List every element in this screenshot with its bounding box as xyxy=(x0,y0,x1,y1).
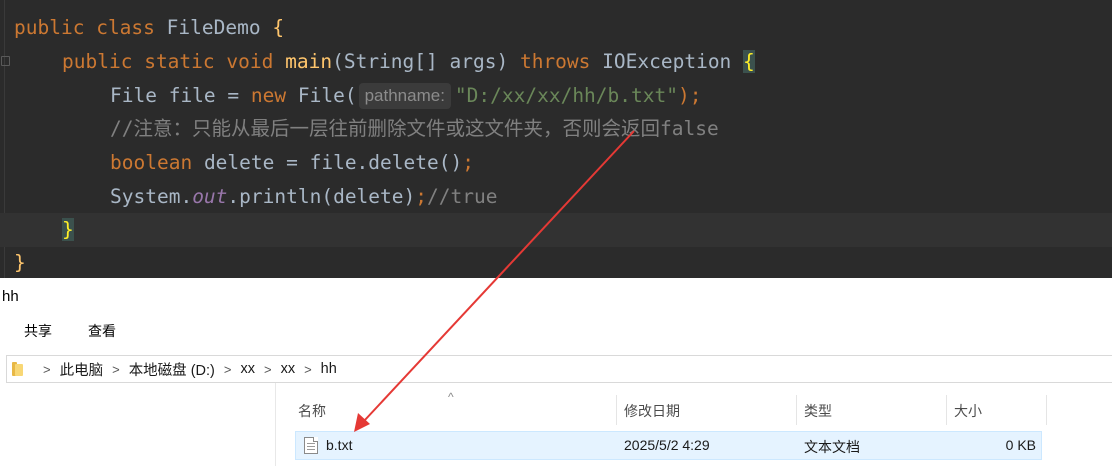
code-line-3: File file = new File(pathname: "D:/xx/xx/… xyxy=(110,83,702,109)
chevron-right-icon[interactable]: > xyxy=(43,362,51,377)
column-divider[interactable] xyxy=(1046,395,1047,425)
code-line-7: } xyxy=(0,213,1112,247)
file-modified: 2025/5/2 4:29 xyxy=(624,437,710,453)
breadcrumb-xx-2[interactable]: xx xyxy=(281,361,296,377)
breadcrumb-xx-1[interactable]: xx xyxy=(240,361,255,377)
column-header-modified[interactable]: 修改日期 xyxy=(624,401,680,421)
file-explorer: hh 共享 查看 > 此电脑 > 本地磁盘 (D:) > xx > xx > h… xyxy=(0,278,1112,466)
chevron-right-icon[interactable]: > xyxy=(112,362,120,377)
parameter-hint: pathname: xyxy=(358,83,451,109)
chevron-right-icon[interactable]: > xyxy=(224,362,232,377)
code-editor[interactable]: public class FileDemo { public static vo… xyxy=(0,0,1112,278)
file-name: b.txt xyxy=(326,437,353,453)
code-line-1: public class FileDemo { xyxy=(14,16,285,39)
chevron-right-icon[interactable]: > xyxy=(304,362,312,377)
folder-icon xyxy=(12,361,25,377)
breadcrumb-hh[interactable]: hh xyxy=(321,361,337,377)
breadcrumb-this-pc[interactable]: 此电脑 xyxy=(60,359,104,380)
window-title: hh xyxy=(2,288,19,305)
column-divider[interactable] xyxy=(616,395,617,425)
address-bar[interactable]: > 此电脑 > 本地磁盘 (D:) > xx > xx > hh xyxy=(6,355,1112,383)
column-divider[interactable] xyxy=(946,395,947,425)
code-line-8: } xyxy=(14,251,26,274)
code-line-6: System.out.println(delete);//true xyxy=(110,185,498,208)
chevron-right-icon[interactable]: > xyxy=(264,362,272,377)
column-divider[interactable] xyxy=(796,395,797,425)
tab-share[interactable]: 共享 xyxy=(24,321,52,341)
fold-marker-icon[interactable] xyxy=(1,56,10,66)
column-header-type[interactable]: 类型 xyxy=(804,401,832,421)
column-headers: 名称 修改日期 类型 大小 xyxy=(0,395,1112,425)
tab-view[interactable]: 查看 xyxy=(88,321,116,341)
column-header-name[interactable]: 名称 xyxy=(298,401,326,421)
code-line-5: boolean delete = file.delete(); xyxy=(110,151,474,174)
breadcrumb-drive-d[interactable]: 本地磁盘 (D:) xyxy=(129,359,215,380)
file-size: 0 KB xyxy=(1005,437,1036,453)
column-header-size[interactable]: 大小 xyxy=(954,401,982,421)
text-file-icon xyxy=(304,437,318,454)
code-line-2: public static void main(String[] args) t… xyxy=(62,50,755,73)
file-row[interactable]: b.txt 2025/5/2 4:29 文本文档 0 KB xyxy=(295,431,1042,460)
file-type: 文本文档 xyxy=(804,439,860,455)
code-line-4: //注意：只能从最后一层往前删除文件或这文件夹，否则会返回false xyxy=(110,117,719,140)
